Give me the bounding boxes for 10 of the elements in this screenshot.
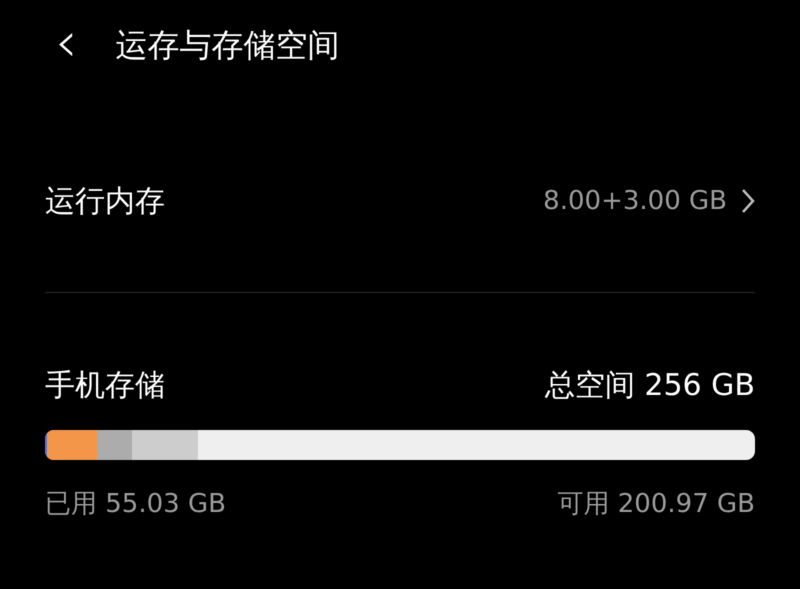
memory-row[interactable]: 运行内存 8.00+3.00 GB	[45, 146, 755, 256]
storage-label: 手机存储	[45, 367, 165, 405]
back-icon[interactable]: ‹	[55, 15, 78, 71]
page-title: 运存与存储空间	[115, 25, 340, 66]
used-space: 已用 55.03 GB	[45, 488, 226, 521]
total-space: 总空间 256 GB	[544, 367, 755, 405]
memory-value: 8.00+3.00 GB	[543, 186, 727, 216]
chevron-right-icon	[741, 188, 755, 214]
available-space: 可用 200.97 GB	[558, 488, 755, 521]
memory-label: 运行内存	[45, 182, 165, 220]
